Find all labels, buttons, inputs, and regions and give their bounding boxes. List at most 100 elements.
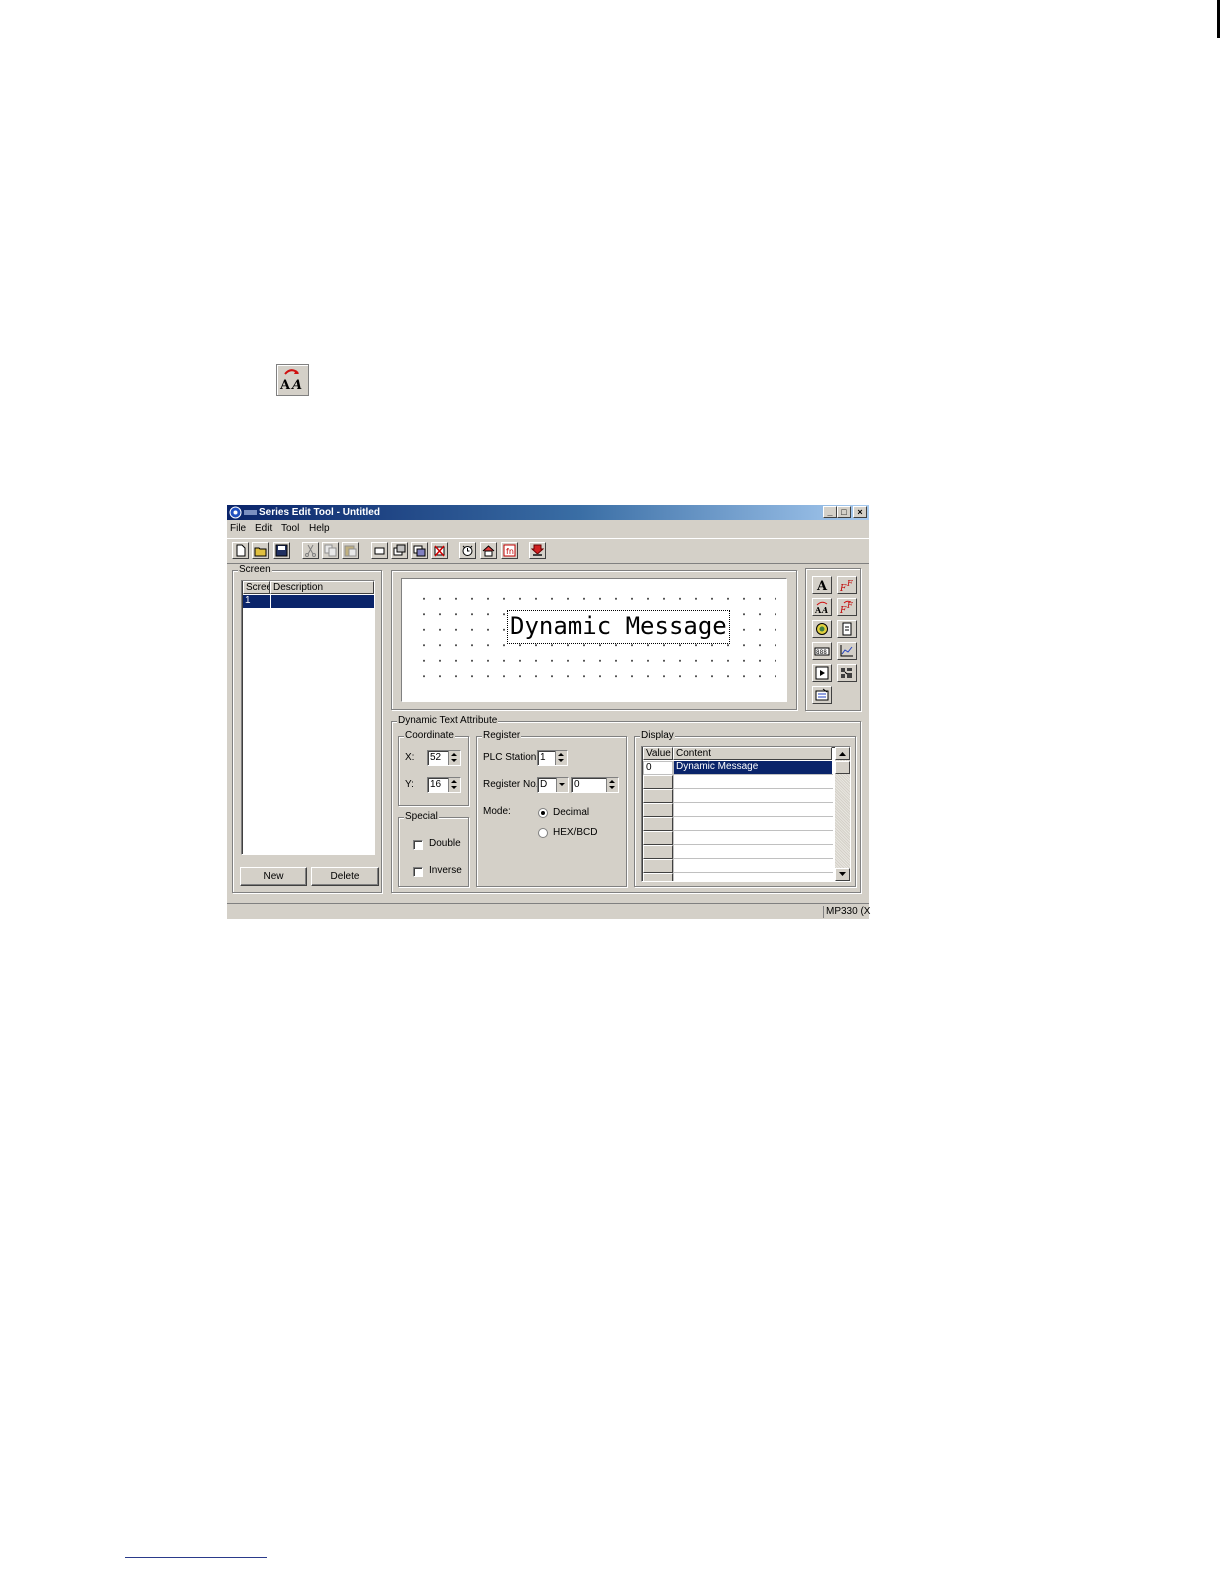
y-spin-buttons[interactable] (448, 778, 460, 792)
display-column-header-value[interactable]: Value (643, 747, 673, 760)
hex-bcd-radio[interactable] (538, 828, 548, 838)
table-row[interactable] (643, 775, 833, 789)
static-text-icon[interactable]: A (812, 576, 832, 594)
scroll-down-button[interactable] (835, 868, 850, 881)
new-screen-icon[interactable] (391, 542, 408, 559)
screen-list-row[interactable]: 1 (243, 595, 374, 608)
x-label: X: (405, 752, 415, 763)
table-row[interactable] (643, 873, 833, 881)
function-key-icon[interactable] (812, 664, 832, 682)
register-number-spin-buttons[interactable] (606, 778, 618, 792)
dynamic-message-object[interactable]: Dynamic Message (507, 610, 730, 644)
row-header[interactable] (643, 873, 673, 881)
close-button[interactable]: × (853, 506, 867, 518)
trend-graph-icon[interactable] (837, 642, 857, 660)
table-row[interactable] (643, 845, 833, 859)
copy-icon[interactable] (322, 542, 339, 559)
rectangle-icon[interactable] (371, 542, 388, 559)
row-header[interactable] (643, 859, 673, 873)
display-column-header-content[interactable]: Content (673, 747, 832, 760)
screen-row-number: 1 (245, 595, 251, 606)
footnote-rule (125, 1557, 267, 1558)
display-row-content[interactable]: Dynamic Message (674, 761, 832, 774)
copy-screen-icon[interactable] (411, 542, 428, 559)
minimize-button[interactable]: _ (823, 506, 837, 518)
table-row[interactable] (643, 817, 833, 831)
y-label: Y: (405, 779, 414, 790)
double-checkbox[interactable] (413, 840, 423, 850)
plc-station-stepper[interactable]: 1 (537, 750, 568, 766)
table-row[interactable] (643, 803, 833, 817)
save-icon[interactable] (273, 542, 290, 559)
title-bar[interactable]: Series Edit Tool - Untitled _ □ × (227, 505, 869, 520)
menu-edit[interactable]: Edit (255, 523, 272, 534)
inverse-checkbox[interactable] (413, 867, 423, 877)
table-row[interactable] (643, 859, 833, 873)
chevron-down-icon[interactable] (556, 778, 568, 792)
register-number-value: 0 (574, 779, 580, 790)
special-label: Special (404, 811, 439, 823)
display-row-value[interactable]: 0 (643, 761, 673, 775)
svg-text:A: A (279, 378, 291, 393)
download-icon[interactable] (529, 542, 546, 559)
special-group: Special Double Inverse (398, 811, 469, 887)
hex-bcd-label: HEX/BCD (553, 827, 598, 838)
design-canvas[interactable]: Dynamic Message (401, 578, 787, 702)
screen-column-header-number[interactable]: Scree (243, 581, 270, 594)
home-icon[interactable] (480, 542, 497, 559)
cut-icon[interactable] (302, 542, 319, 559)
svg-text:fn: fn (506, 547, 514, 556)
register-number-stepper[interactable]: 0 (571, 777, 619, 793)
scroll-thumb[interactable] (835, 761, 850, 774)
new-file-icon[interactable] (232, 542, 249, 559)
menu-bar: File Edit Tool Help (227, 521, 869, 536)
table-row[interactable]: 0 Dynamic Message (643, 761, 833, 775)
register-type-select[interactable]: D (537, 777, 569, 793)
object-palette: A FF AA FF 888 (805, 568, 861, 711)
menu-file[interactable]: File (230, 523, 246, 534)
dynamic-text-style-icon[interactable]: FF (837, 598, 857, 616)
table-row[interactable] (643, 831, 833, 845)
bitmap-icon[interactable] (837, 664, 857, 682)
status-model: MP330 (X (823, 906, 872, 918)
list-icon[interactable] (812, 686, 832, 704)
scroll-up-button[interactable] (835, 747, 850, 760)
new-screen-button[interactable]: New (240, 867, 307, 886)
menu-tool[interactable]: Tool (281, 523, 299, 534)
paste-icon[interactable] (342, 542, 359, 559)
numeric-display-icon[interactable]: 888 (812, 642, 832, 660)
delete-screen-button[interactable]: Delete (311, 867, 379, 886)
inverse-label: Inverse (429, 865, 462, 876)
decimal-label: Decimal (553, 807, 590, 818)
register-label: Register (482, 730, 522, 742)
row-header[interactable] (643, 817, 673, 831)
row-header[interactable] (643, 775, 673, 789)
x-spin-buttons[interactable] (448, 751, 460, 765)
delete-screen-icon[interactable] (431, 542, 448, 559)
display-table[interactable]: Value Content 0 Dynamic Message (641, 746, 851, 882)
row-header[interactable] (643, 845, 673, 859)
row-header[interactable] (643, 789, 673, 803)
decimal-radio[interactable] (538, 808, 548, 818)
open-folder-icon[interactable] (252, 542, 269, 559)
table-row[interactable] (643, 789, 833, 803)
function-icon[interactable]: fn (501, 542, 518, 559)
row-header[interactable] (643, 831, 673, 845)
screen-column-header-description[interactable]: Description (270, 581, 374, 594)
row-header[interactable] (643, 803, 673, 817)
lamp-icon[interactable] (812, 620, 832, 638)
plc-station-spin-buttons[interactable] (555, 751, 567, 765)
svg-text:A: A (290, 378, 302, 393)
static-text-style-icon[interactable]: FF (837, 576, 857, 594)
x-coordinate-stepper[interactable]: 52 (427, 750, 461, 766)
menu-help[interactable]: Help (309, 523, 330, 534)
screen-group: Screen Scree Description 1 New Delete (232, 564, 382, 893)
dynamic-text-icon[interactable]: AA (812, 598, 832, 616)
display-scrollbar[interactable] (835, 747, 850, 881)
input-icon[interactable] (837, 620, 857, 638)
maximize-button[interactable]: □ (837, 506, 851, 518)
svg-text:F: F (846, 579, 853, 588)
y-coordinate-stepper[interactable]: 16 (427, 777, 461, 793)
screen-list[interactable]: Scree Description 1 (241, 580, 375, 855)
alarm-icon[interactable] (459, 542, 476, 559)
